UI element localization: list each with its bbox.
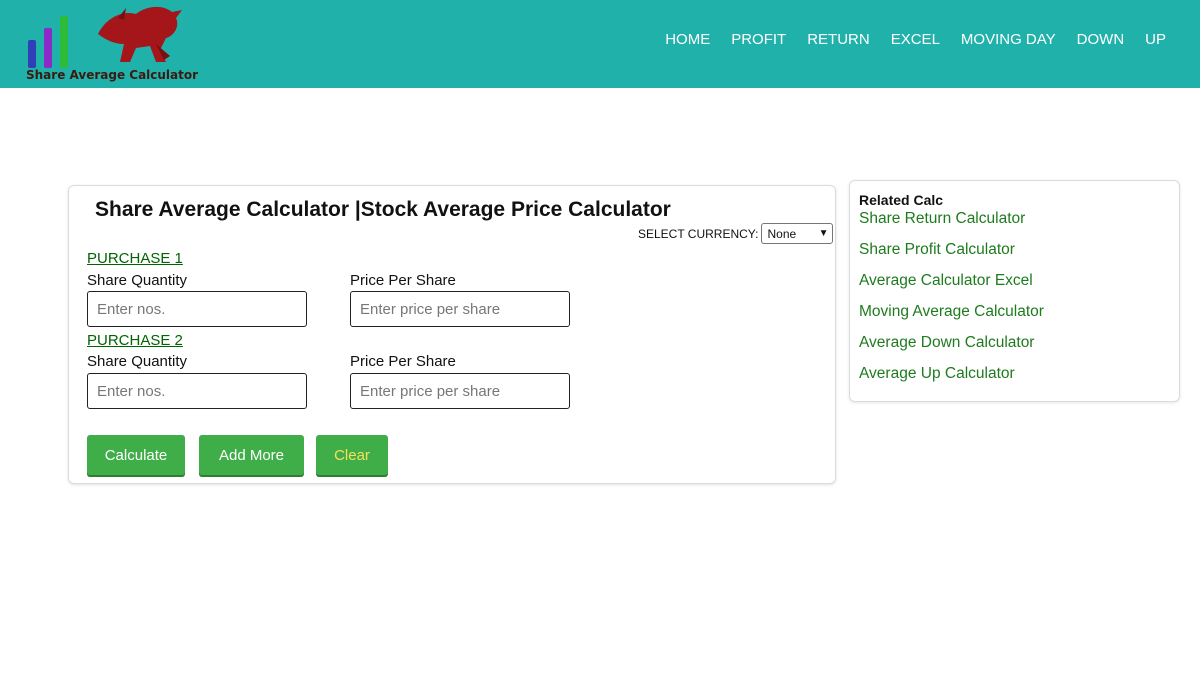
purchase-1-price-input[interactable]: Enter price per share xyxy=(350,291,570,327)
currency-value: None xyxy=(767,226,797,241)
currency-label: SELECT CURRENCY: xyxy=(638,226,759,241)
main-nav: HOME PROFIT RETURN EXCEL MOVING DAY DOWN… xyxy=(644,31,1166,49)
logo-bar-green xyxy=(60,16,68,68)
link-moving-average-calculator[interactable]: Moving Average Calculator xyxy=(859,303,1044,320)
link-average-calculator-excel[interactable]: Average Calculator Excel xyxy=(859,272,1033,289)
add-more-button[interactable]: Add More xyxy=(199,435,304,475)
nav-home[interactable]: HOME xyxy=(665,31,710,49)
purchase-1-qty-label: Share Quantity xyxy=(87,272,188,289)
purchase-2-qty-input[interactable]: Enter nos. xyxy=(87,373,307,409)
currency-selector: SELECT CURRENCY: None ▼ xyxy=(638,223,834,244)
site-logo[interactable]: Share Average Calculator xyxy=(24,4,198,84)
list-item: Average Up Calculator xyxy=(859,365,1044,396)
purchase-2-qty-label: Share Quantity xyxy=(87,353,188,370)
purchase-1-price-label: Price Per Share xyxy=(350,272,456,289)
list-item: Moving Average Calculator xyxy=(859,303,1044,334)
related-calc-panel: Related Calc Share Return Calculator Sha… xyxy=(849,180,1180,402)
purchase-1-qty-input[interactable]: Enter nos. xyxy=(87,291,307,327)
list-item: Average Calculator Excel xyxy=(859,272,1044,303)
logo-bar-purple xyxy=(44,28,52,68)
logo-bar-blue xyxy=(28,40,36,68)
nav-return[interactable]: RETURN xyxy=(807,31,870,49)
bull-icon xyxy=(98,6,182,63)
chevron-down-icon: ▼ xyxy=(818,228,829,239)
clear-button[interactable]: Clear xyxy=(316,435,388,475)
nav-moving-day[interactable]: MOVING DAY xyxy=(961,31,1056,49)
nav-down[interactable]: DOWN xyxy=(1077,31,1125,49)
related-calc-title: Related Calc xyxy=(859,192,944,208)
site-header: Share Average Calculator HOME PROFIT RET… xyxy=(0,0,1200,88)
nav-excel[interactable]: EXCEL xyxy=(891,31,940,49)
page-title: Share Average Calculator |Stock Average … xyxy=(95,198,671,221)
purchase-2-price-input[interactable]: Enter price per share xyxy=(350,373,570,409)
currency-select[interactable]: None ▼ xyxy=(761,223,834,244)
related-calc-list: Share Return Calculator Share Profit Cal… xyxy=(859,210,1044,396)
list-item: Share Profit Calculator xyxy=(859,241,1044,272)
link-share-return-calculator[interactable]: Share Return Calculator xyxy=(859,210,1025,227)
link-share-profit-calculator[interactable]: Share Profit Calculator xyxy=(859,241,1015,258)
purchase-1-heading[interactable]: PURCHASE 1 xyxy=(87,250,183,270)
link-average-down-calculator[interactable]: Average Down Calculator xyxy=(859,334,1034,351)
purchase-2-price-label: Price Per Share xyxy=(350,353,456,370)
list-item: Average Down Calculator xyxy=(859,334,1044,365)
logo-text: Share Average Calculator xyxy=(26,68,199,82)
link-average-up-calculator[interactable]: Average Up Calculator xyxy=(859,365,1015,382)
nav-profit[interactable]: PROFIT xyxy=(731,31,786,49)
nav-up[interactable]: UP xyxy=(1145,31,1166,49)
purchase-2-heading[interactable]: PURCHASE 2 xyxy=(87,332,183,352)
list-item: Share Return Calculator xyxy=(859,210,1044,241)
calculate-button[interactable]: Calculate xyxy=(87,435,185,475)
calculator-card: Share Average Calculator |Stock Average … xyxy=(68,185,836,484)
